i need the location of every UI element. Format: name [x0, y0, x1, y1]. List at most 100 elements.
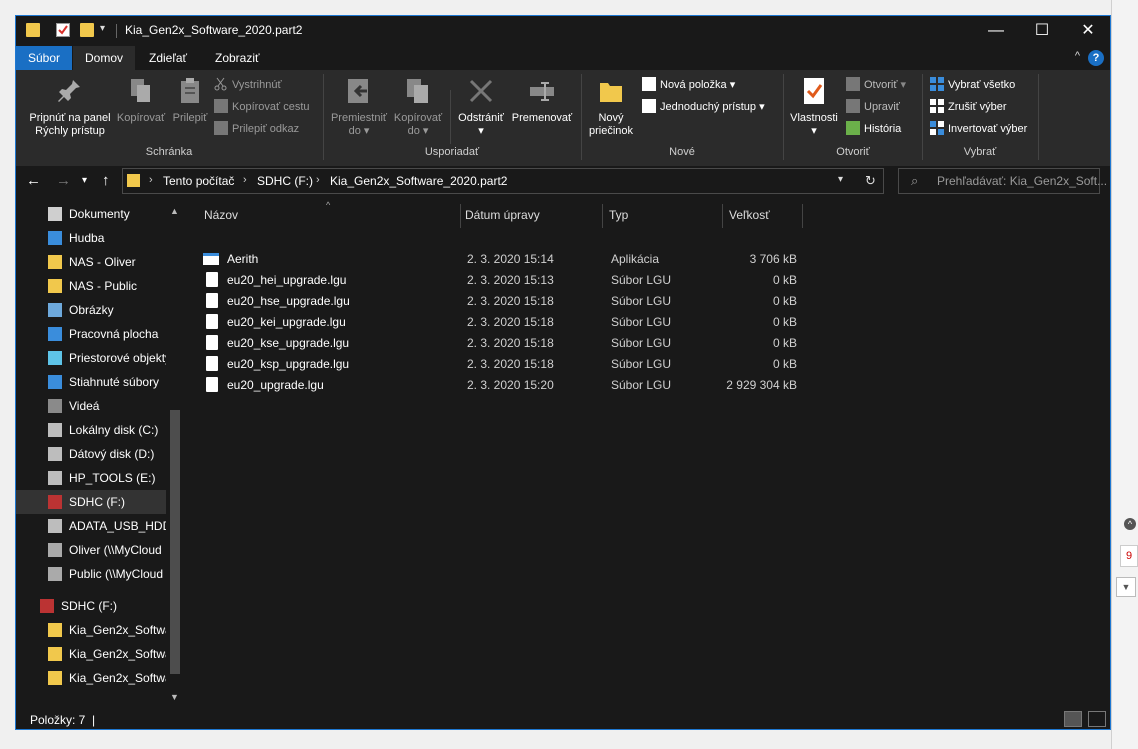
new-folder-icon[interactable] [80, 23, 94, 37]
nav-item[interactable]: SDHC (F:) [16, 490, 166, 514]
copy-to-button[interactable]: Kopírovať do ▾ [390, 76, 446, 138]
column-header-name[interactable]: Názov [204, 208, 238, 222]
nav-item[interactable]: Priestorové objekty [16, 346, 166, 370]
properties-check-icon[interactable] [56, 23, 70, 37]
column-header-type[interactable]: Typ [609, 208, 628, 222]
select-none-button[interactable]: Zrušiť výber [930, 98, 1007, 116]
item-count: Položky: 7 | [30, 713, 96, 727]
address-bar[interactable]: › Tento počítač › SDHC (F:) › Kia_Gen2x_… [122, 168, 884, 194]
nav-item[interactable]: SDHC (F:) [16, 594, 166, 618]
tab-view[interactable]: Zobraziť [203, 46, 272, 70]
maximize-button[interactable]: ☐ [1019, 16, 1065, 46]
nav-item[interactable]: Dátový disk (D:) [16, 442, 166, 466]
copy-button[interactable]: Kopírovať [114, 76, 168, 125]
search-box[interactable]: ⌕ Prehľadávať: Kia_Gen2x_Soft... [898, 168, 1107, 194]
file-row[interactable]: eu20_kse_upgrade.lgu 2. 3. 2020 15:18 Súbo… [200, 333, 800, 354]
file-row[interactable]: Aerith 2. 3. 2020 15:14 Aplikácia 3 706 kB [200, 249, 800, 270]
nav-item[interactable]: HP_TOOLS (E:) [16, 466, 166, 490]
breadcrumb-sdhc[interactable]: SDHC (F:) [257, 174, 313, 188]
tab-share[interactable]: Zdieľať [137, 46, 199, 70]
file-row[interactable]: eu20_upgrade.lgu 2. 3. 2020 15:20 Súbor LG… [200, 375, 800, 396]
scroll-up-arrow-icon[interactable]: ▲ [170, 206, 179, 216]
tab-file[interactable]: Súbor [16, 46, 73, 70]
3d-objects-icon [48, 351, 62, 365]
file-icon [206, 335, 218, 350]
history-label: História [864, 123, 902, 135]
edit-button[interactable]: Upraviť [846, 98, 900, 116]
cut-button[interactable]: Vystrihnúť [214, 76, 282, 94]
paste-button[interactable]: Prilepiť [168, 76, 212, 125]
invert-selection-button[interactable]: Invertovať výber [930, 120, 1027, 138]
nav-item[interactable]: Hudba [16, 226, 166, 250]
breadcrumb-this-pc[interactable]: Tento počítač [163, 174, 234, 188]
paste-shortcut-button[interactable]: Prilepiť odkaz [214, 120, 299, 138]
copy-path-button[interactable]: Kopírovať cestu [214, 98, 310, 116]
open-button[interactable]: Otvoriť ▾ [846, 76, 906, 94]
nav-item[interactable]: NAS - Oliver [16, 250, 166, 274]
new-folder-button[interactable]: Nový priečinok [582, 76, 640, 138]
rename-button[interactable]: Premenovať [510, 76, 574, 125]
column-separator[interactable] [460, 204, 461, 228]
nav-item[interactable]: NAS - Public [16, 274, 166, 298]
nav-item-label: Oliver (\\MyCloud [69, 543, 162, 557]
close-button[interactable]: ✕ [1065, 16, 1110, 46]
nav-item[interactable]: Kia_Gen2x_Softwar [16, 642, 166, 666]
nav-item[interactable]: Public (\\MyCloud [16, 562, 166, 586]
column-separator[interactable] [722, 204, 723, 228]
nav-item[interactable]: Dokumenty [16, 202, 166, 226]
minimize-button[interactable]: — [973, 16, 1019, 46]
nav-item[interactable]: Pracovná plocha [16, 322, 166, 346]
folder-icon [26, 23, 40, 37]
file-type: Súbor LGU [611, 336, 672, 350]
history-button[interactable]: História [846, 120, 901, 138]
nav-item[interactable]: ADATA_USB_HDD ( [16, 514, 166, 538]
customize-toolbar-chevron-icon[interactable]: ▾ [100, 23, 114, 37]
title-separator [116, 24, 117, 38]
column-header-size[interactable]: Veľkosť [729, 208, 770, 222]
large-icons-view-icon[interactable] [1088, 711, 1106, 727]
breadcrumb-current-folder[interactable]: Kia_Gen2x_Software_2020.part2 [330, 174, 507, 188]
refresh-icon[interactable]: ↻ [865, 173, 876, 189]
recent-locations-chevron-icon[interactable]: ▾ [82, 175, 87, 186]
drive-icon [48, 423, 62, 437]
nav-item[interactable]: Videá [16, 394, 166, 418]
invert-selection-label: Invertovať výber [948, 123, 1028, 135]
file-row[interactable]: eu20_ksp_upgrade.lgu 2. 3. 2020 15:18 Súbo… [200, 354, 800, 375]
up-arrow-icon[interactable]: ↑ [102, 172, 110, 189]
column-separator[interactable] [602, 204, 603, 228]
file-date-modified: 2. 3. 2020 15:13 [467, 273, 554, 287]
nav-item[interactable]: Kia_Gen2x_Softwar [16, 618, 166, 642]
details-view-icon[interactable] [1064, 711, 1082, 727]
column-header-date-modified[interactable]: Dátum úpravy [465, 208, 540, 222]
delete-button[interactable]: Odstrániť ▾ [452, 76, 510, 138]
select-all-button[interactable]: Vybrať všetko [930, 76, 1015, 94]
nav-item[interactable]: Oliver (\\MyCloud [16, 538, 166, 562]
help-icon[interactable]: ? [1088, 50, 1104, 66]
nav-item[interactable]: Kia_Gen2x_Softwar [16, 666, 166, 690]
history-icon [846, 121, 860, 135]
nav-item[interactable]: Stiahnuté súbory [16, 370, 166, 394]
status-bar: Položky: 7 | [16, 707, 1110, 729]
back-arrow-icon[interactable]: ← [26, 172, 41, 189]
new-item-button[interactable]: Nová položka ▾ [642, 76, 735, 94]
tab-home[interactable]: Domov [73, 46, 136, 70]
nav-item[interactable]: Obrázky [16, 298, 166, 322]
nav-scrollbar[interactable]: ▲ ▼ [166, 200, 184, 706]
file-row[interactable]: eu20_kei_upgrade.lgu 2. 3. 2020 15:18 Súbo… [200, 312, 800, 333]
move-to-button[interactable]: Premiestniť do ▾ [328, 76, 390, 138]
file-row[interactable]: eu20_hei_upgrade.lgu 2. 3. 2020 15:13 Súbo… [200, 270, 800, 291]
collapse-ribbon-icon[interactable]: ^ [1075, 50, 1080, 62]
properties-button[interactable]: Vlastnosti ▾ [784, 76, 844, 138]
address-dropdown-chevron-icon[interactable]: ▾ [838, 174, 843, 185]
file-row[interactable]: eu20_hse_upgrade.lgu 2. 3. 2020 15:18 Súbo… [200, 291, 800, 312]
easy-access-button[interactable]: Jednoduchý prístup ▾ [642, 98, 765, 116]
file-type: Súbor LGU [611, 273, 672, 287]
scroll-down-arrow-icon[interactable]: ▼ [170, 692, 179, 702]
new-item-icon [642, 77, 656, 91]
copy-to-label: Kopírovať [393, 112, 443, 124]
forward-arrow-icon[interactable]: → [56, 172, 71, 189]
column-separator[interactable] [802, 204, 803, 228]
nav-scroll-thumb[interactable] [170, 410, 180, 674]
pin-quick-access-button[interactable]: Pripnúť na panel Rýchly prístup [20, 76, 120, 138]
nav-item[interactable]: Lokálny disk (C:) [16, 418, 166, 442]
